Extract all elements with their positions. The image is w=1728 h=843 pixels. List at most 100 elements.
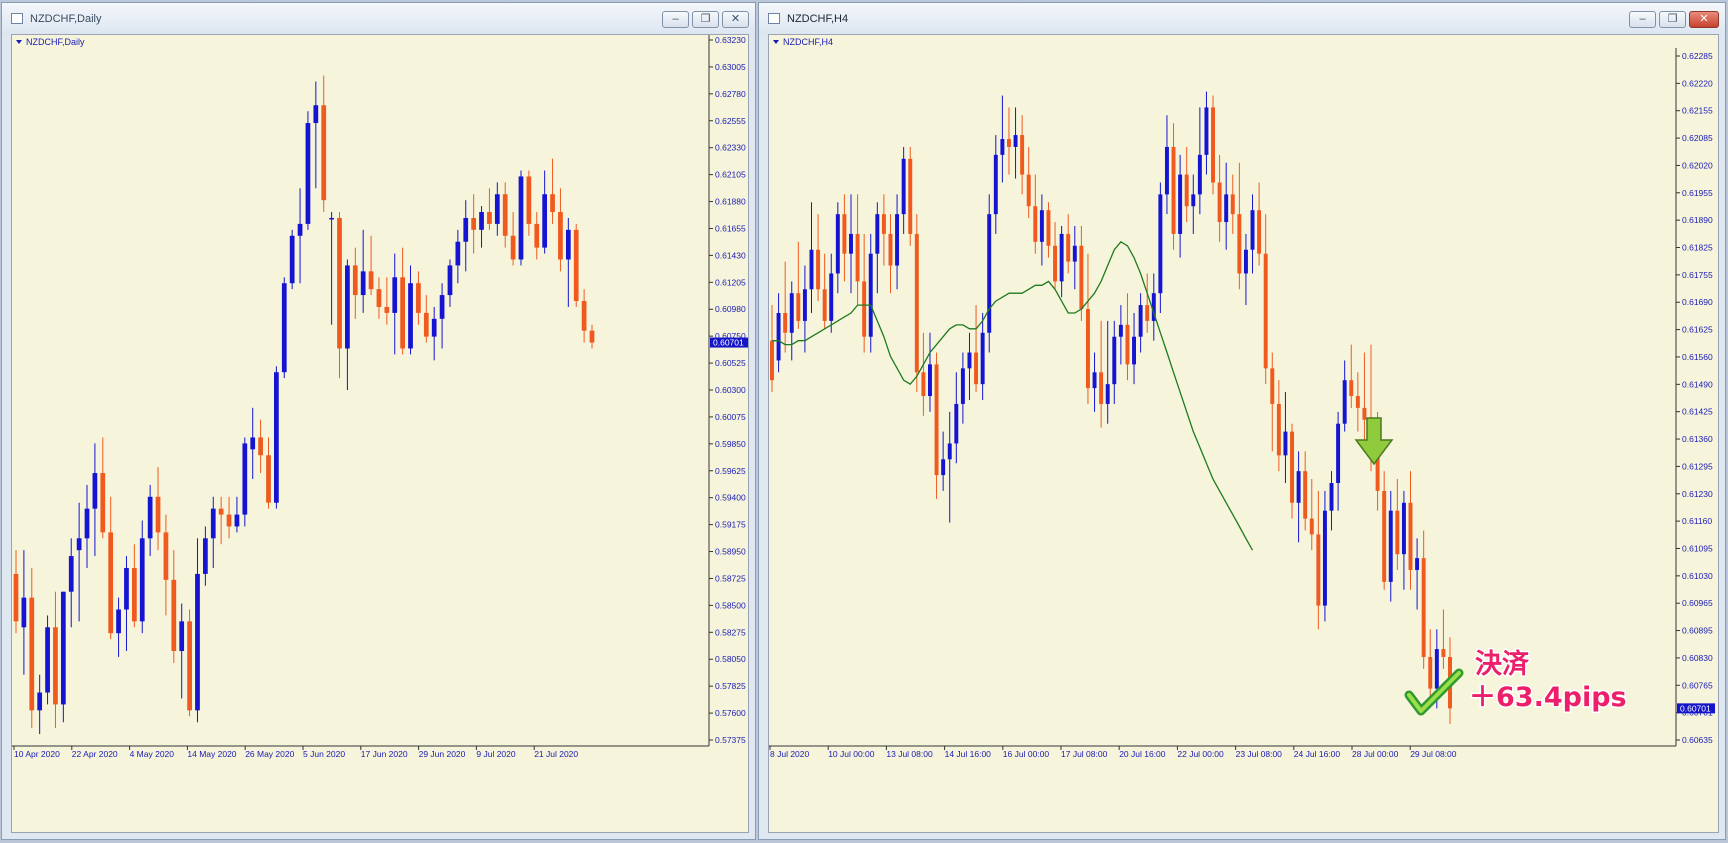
candle-body <box>431 318 437 337</box>
price-tick-label: 0.62020 <box>1682 160 1713 170</box>
candle-body <box>1401 502 1406 555</box>
price-tick-label: 0.59850 <box>715 439 746 449</box>
minimize-button[interactable]: – <box>662 11 689 28</box>
price-tick-label: 0.62780 <box>715 89 746 99</box>
candle-body <box>914 233 919 373</box>
candle-body <box>901 158 906 215</box>
candle-body <box>487 212 492 224</box>
h4-chart-area[interactable]: NZDCHF,H4 0.62285 0.62220 0.62155 0.62085 0.6… <box>768 34 1719 833</box>
candle-body <box>1046 210 1051 246</box>
restore-button[interactable]: ❐ <box>692 11 719 28</box>
candle-body <box>187 621 192 711</box>
close-button[interactable]: ✕ <box>1689 11 1719 28</box>
price-tick-label: 0.61825 <box>1682 243 1713 253</box>
candle-body <box>783 312 788 333</box>
price-tick-label: 0.61295 <box>1682 461 1713 471</box>
time-tick-label: 22 Apr 2020 <box>72 749 118 759</box>
candle-body <box>1013 135 1018 147</box>
price-tick-label: 0.57375 <box>715 735 746 745</box>
h4-chart-window[interactable]: NZDCHF,H4 – ❐ ✕ NZDCHF,H4 0.62285 0.62220 0… <box>758 2 1726 840</box>
candle-body <box>1428 656 1433 689</box>
daily-chart-window[interactable]: NZDCHF,Daily – ❐ ✕ NZDCHF,Daily 0.63230 0.… <box>1 2 756 840</box>
candle-body <box>13 573 19 622</box>
price-tick-label: 0.59400 <box>715 493 746 503</box>
candle-body <box>1020 135 1025 175</box>
candle-body <box>494 194 500 224</box>
price-tick-label: 0.61625 <box>1682 325 1713 335</box>
candle-body <box>1382 490 1387 582</box>
h4-candlestick-chart[interactable]: NZDCHF,H4 0.62285 0.62220 0.62155 0.62085 0.6… <box>769 35 1722 836</box>
time-tick-label: 9 Jul 2020 <box>476 749 515 759</box>
time-tick-label: 29 Jun 2020 <box>419 749 466 759</box>
candle-body <box>1118 324 1123 337</box>
candle-body <box>835 214 840 274</box>
candle-body <box>1164 146 1169 195</box>
candle-body <box>980 332 985 385</box>
candle-body <box>471 217 477 230</box>
candle-body <box>1329 483 1334 511</box>
minimize-button[interactable]: – <box>1629 11 1656 28</box>
close-button[interactable]: ✕ <box>722 11 749 28</box>
candle-body <box>581 301 587 331</box>
h4-window-titlebar[interactable]: NZDCHF,H4 – ❐ ✕ <box>759 3 1725 35</box>
candle-body <box>266 455 271 503</box>
chart-window-icon <box>11 13 23 24</box>
candle-body <box>829 273 834 321</box>
candle-body <box>1270 368 1275 404</box>
candle-body <box>139 538 145 622</box>
price-tick-label: 0.59175 <box>715 520 746 530</box>
candle-body <box>258 437 263 456</box>
candle-body <box>947 443 952 460</box>
candle-body <box>862 281 867 337</box>
price-tick-label: 0.60830 <box>1682 653 1713 663</box>
candle-body <box>345 265 350 349</box>
time-tick-label: 10 Jul 00:00 <box>828 749 875 759</box>
candle-body <box>100 473 106 533</box>
candle-body <box>1230 194 1235 215</box>
candle-body <box>1257 210 1262 254</box>
candle-body <box>479 212 484 230</box>
candle-body <box>1355 396 1360 408</box>
candle-body <box>1349 380 1354 397</box>
candle-body <box>1342 380 1347 424</box>
candle-body <box>313 105 319 124</box>
chart-symbol-label: NZDCHF,H4 <box>783 37 833 47</box>
candle-body <box>416 283 421 313</box>
candle-body <box>1171 146 1176 234</box>
daily-candlestick-chart[interactable]: NZDCHF,Daily 0.63230 0.63005 0.62780 0.62555… <box>12 35 752 836</box>
candle-body <box>92 473 98 509</box>
candle-body <box>1224 194 1229 223</box>
daily-chart-area[interactable]: NZDCHF,Daily 0.63230 0.63005 0.62780 0.62555… <box>11 34 749 833</box>
time-tick-label: 8 Jul 2020 <box>770 749 809 759</box>
time-tick-label: 20 Jul 16:00 <box>1119 749 1166 759</box>
candle-body <box>789 293 794 333</box>
candle-body <box>352 265 358 296</box>
candle-body <box>954 403 959 444</box>
time-tick-label: 17 Jun 2020 <box>361 749 408 759</box>
candle-body <box>895 214 900 266</box>
price-tick-label: 0.61890 <box>1682 215 1713 225</box>
candle-body <box>960 368 965 404</box>
price-tick-label: 0.62155 <box>1682 106 1713 116</box>
daily-window-titlebar[interactable]: NZDCHF,Daily – ❐ ✕ <box>2 3 755 35</box>
price-tick-label: 0.62285 <box>1682 51 1713 61</box>
price-tick-label: 0.62555 <box>715 116 746 126</box>
candle-body <box>163 532 169 580</box>
price-tick-label: 0.61425 <box>1682 407 1713 417</box>
candle-body <box>770 340 774 381</box>
price-tick-label: 0.58950 <box>715 547 746 557</box>
candle-body <box>242 443 248 515</box>
candle-body <box>1092 372 1097 389</box>
candle-body <box>526 176 532 224</box>
price-tick-label: 0.60980 <box>715 304 746 314</box>
candle-body <box>1211 107 1216 183</box>
restore-button[interactable]: ❐ <box>1659 11 1686 28</box>
time-tick-label: 4 May 2020 <box>130 749 175 759</box>
price-tick-label: 0.61490 <box>1682 379 1713 389</box>
candle-body <box>250 437 256 450</box>
candle-body <box>147 496 153 539</box>
candle-body <box>842 214 847 254</box>
candle-body <box>1125 324 1130 365</box>
price-tick-label: 0.61360 <box>1682 434 1713 444</box>
price-tick-label: 0.61230 <box>1682 489 1713 499</box>
